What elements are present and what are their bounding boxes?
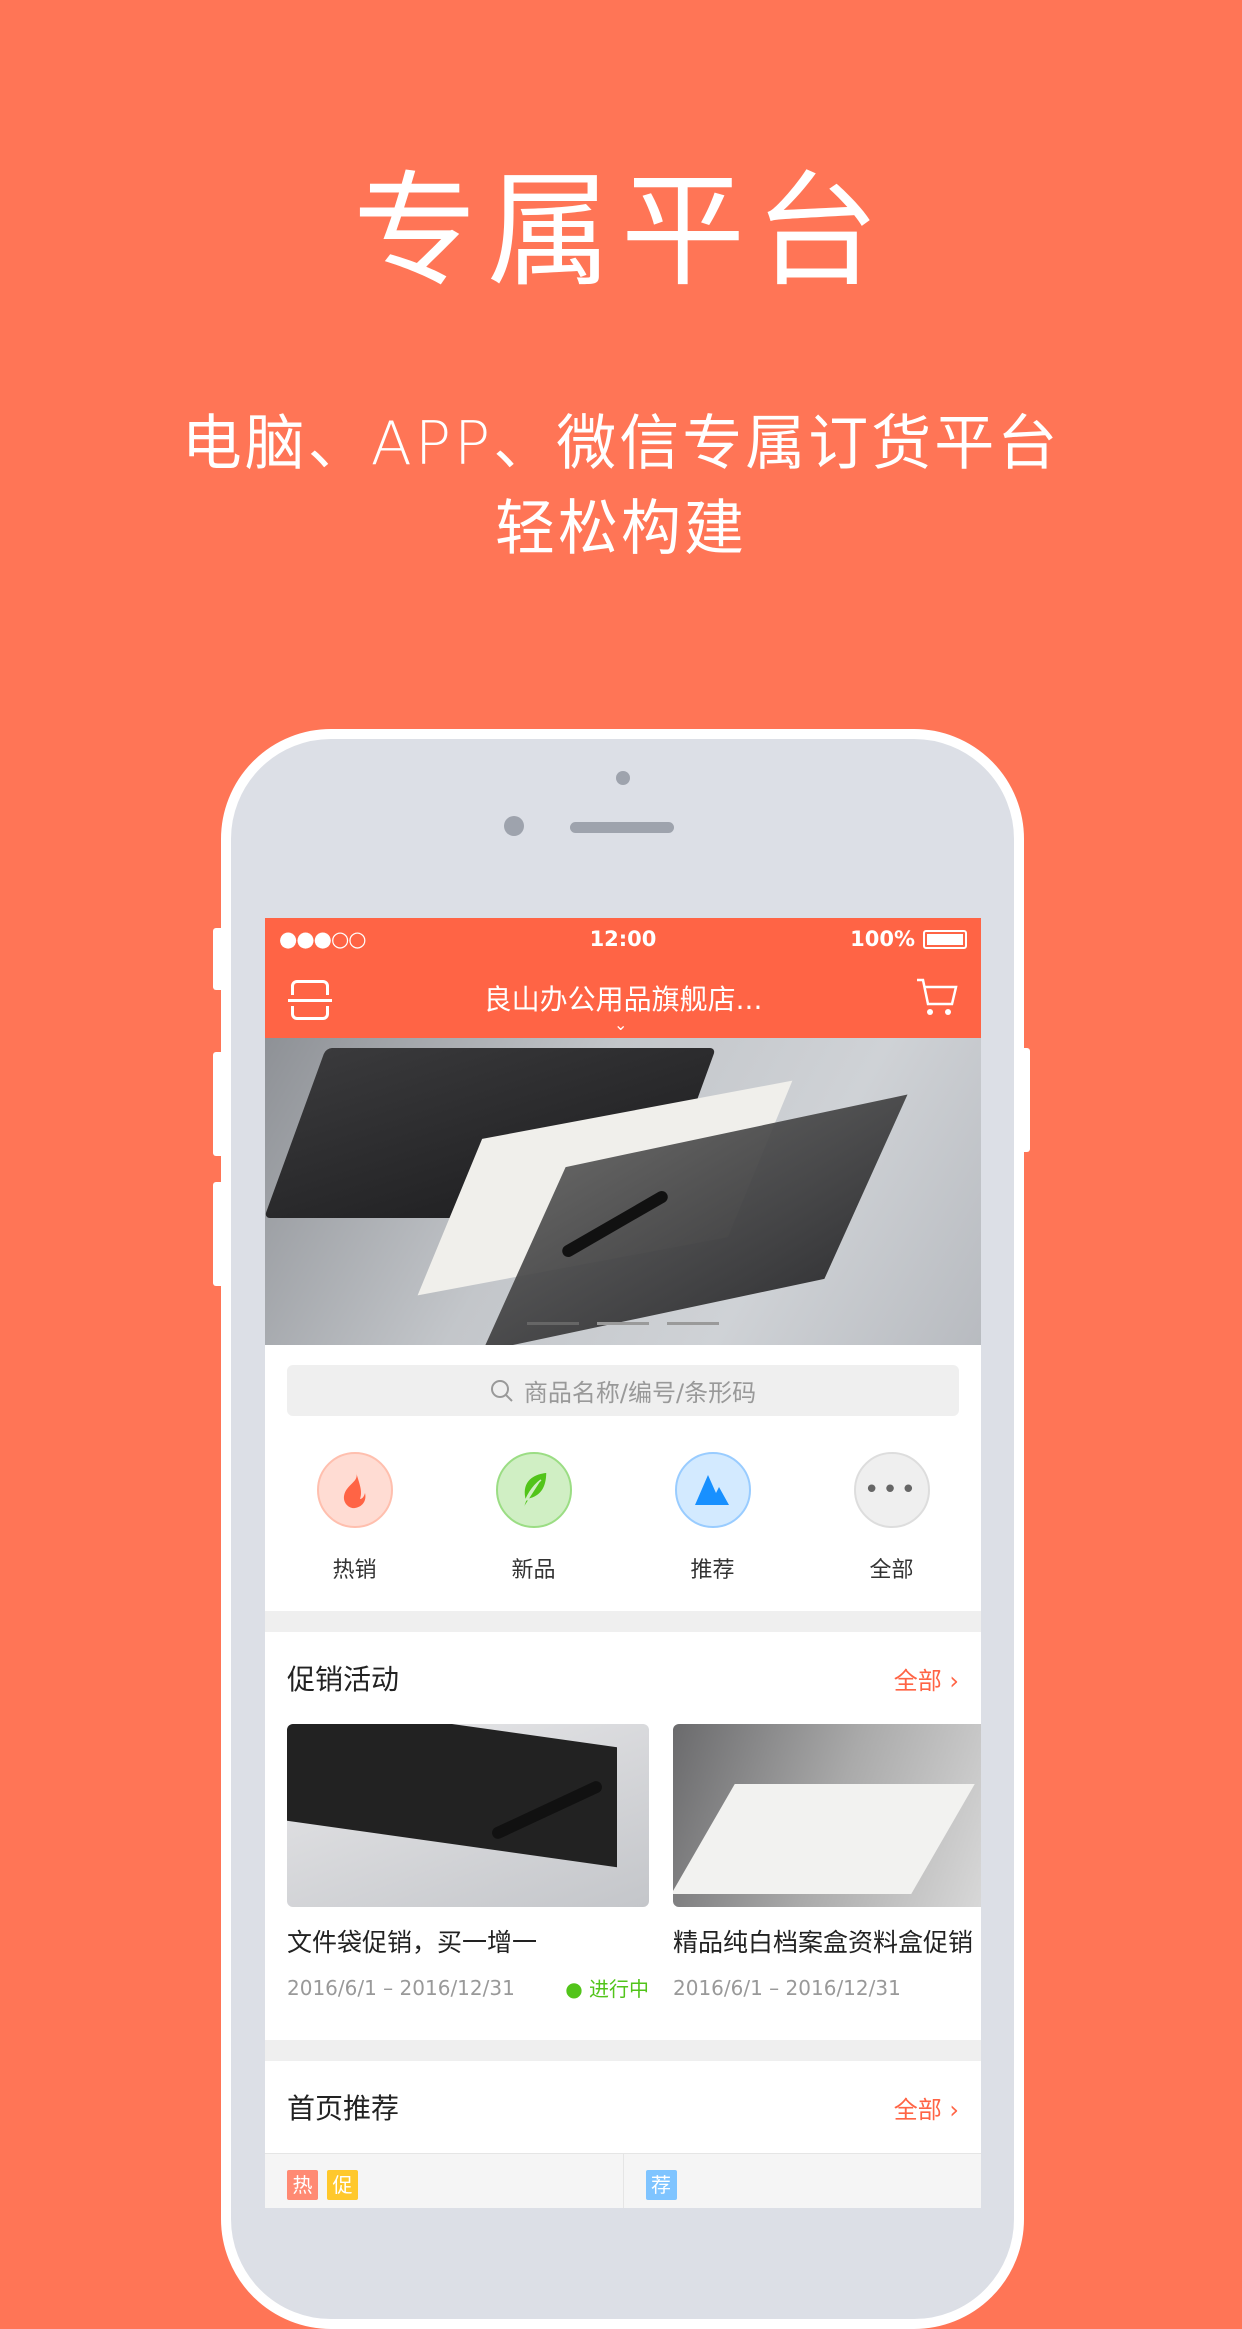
category-all[interactable]: ••• 全部 bbox=[832, 1452, 952, 1611]
divider bbox=[265, 2040, 981, 2061]
status-badge: ● 进行中 bbox=[565, 1977, 649, 2001]
search-placeholder: 商品名称/编号/条形码 bbox=[523, 1379, 757, 1407]
headline: 专属平台 bbox=[352, 160, 889, 304]
search-input[interactable]: 商品名称/编号/条形码 bbox=[287, 1365, 959, 1416]
recommend-title: 首页推荐 bbox=[287, 2092, 400, 2125]
promo-cards: 文件袋促销，买一增一 2016/6/1 – 2016/12/31 ● 进行中 精品… bbox=[265, 1724, 981, 2002]
store-selector[interactable]: 良山办公用品旗舰店... bbox=[265, 978, 981, 1018]
subline-2: 轻松构建 bbox=[495, 494, 747, 564]
speaker bbox=[570, 822, 674, 833]
sensor-icon bbox=[504, 816, 524, 836]
status-bar: ●●●○○ 12:00 100% bbox=[265, 918, 981, 960]
product-cell[interactable]: 热促 bbox=[265, 2154, 623, 2208]
promo-all-link[interactable]: 全部 › bbox=[894, 1661, 959, 1696]
chevron-down-icon[interactable]: ⌄ bbox=[614, 1015, 627, 1034]
promo-title: 促销活动 bbox=[287, 1663, 400, 1696]
flame-icon bbox=[343, 1472, 365, 1509]
carousel-dots[interactable] bbox=[265, 1322, 981, 1325]
promo-card[interactable]: 精品纯白档案盒资料盒促销 2016/6/1 – 2016/12/31● 未 bbox=[673, 1724, 981, 2002]
hot-tag: 热 bbox=[287, 2170, 318, 2200]
camera-icon bbox=[616, 771, 630, 785]
search-icon bbox=[490, 1379, 513, 1402]
phone-volume-down bbox=[213, 1182, 225, 1286]
mountain-icon bbox=[694, 1475, 729, 1505]
category-new[interactable]: 新品 bbox=[474, 1452, 594, 1611]
promo-tag: 促 bbox=[327, 2170, 358, 2200]
banner-carousel[interactable] bbox=[265, 1038, 981, 1345]
subline-1: 电脑、APP、微信专属订货平台 bbox=[181, 409, 1061, 479]
recommend-all-link[interactable]: 全部 › bbox=[894, 2090, 959, 2125]
cart-icon[interactable] bbox=[915, 976, 959, 1020]
more-icon: ••• bbox=[853, 1452, 930, 1528]
app-screen: ●●●○○ 12:00 100% 良山办公用品旗舰店... ⌄ 商品名称/编号/… bbox=[265, 918, 981, 2208]
product-cell[interactable]: 荐 bbox=[622, 2154, 982, 2208]
promo-image bbox=[287, 1724, 649, 1907]
promo-header: 促销活动 全部 › bbox=[265, 1632, 981, 1724]
divider bbox=[265, 1611, 981, 1632]
promo-card[interactable]: 文件袋促销，买一增一 2016/6/1 – 2016/12/31 ● 进行中 bbox=[287, 1724, 649, 2002]
recommend-tag: 荐 bbox=[645, 2170, 677, 2200]
promo-image bbox=[673, 1724, 981, 1907]
nav-bar: 良山办公用品旗舰店... ⌄ bbox=[265, 960, 981, 1038]
battery-icon bbox=[923, 929, 967, 949]
category-hot[interactable]: 热销 bbox=[295, 1452, 415, 1611]
recommend-header: 首页推荐 全部 › bbox=[265, 2061, 981, 2153]
phone-volume-up bbox=[213, 1052, 225, 1156]
category-recommend[interactable]: 推荐 bbox=[653, 1452, 773, 1611]
phone-mute-button bbox=[213, 928, 225, 990]
recommend-grid: 热促 荐 bbox=[265, 2153, 981, 2208]
battery-percent: 100% bbox=[850, 927, 915, 951]
category-row: 热销 新品 推荐 ••• 全部 bbox=[265, 1416, 981, 1611]
phone-power-button bbox=[1018, 1048, 1030, 1152]
leaf-icon bbox=[521, 1471, 548, 1509]
